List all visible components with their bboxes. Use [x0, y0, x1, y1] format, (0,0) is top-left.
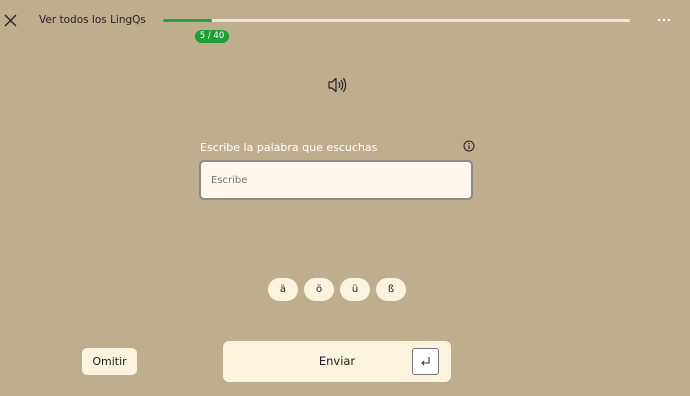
answer-input[interactable]: [199, 160, 473, 200]
close-icon: [4, 14, 17, 27]
info-icon: [463, 140, 475, 152]
enter-icon: [421, 357, 430, 366]
skip-button[interactable]: Omitir: [82, 348, 137, 375]
char-key-4[interactable]: ß: [376, 278, 406, 301]
progress-bar-fill: [163, 19, 213, 22]
close-button[interactable]: [2, 12, 20, 30]
char-key-1[interactable]: ä: [268, 278, 298, 301]
char-key-2[interactable]: ö: [304, 278, 334, 301]
info-button[interactable]: [463, 137, 475, 152]
enter-key-hint: [412, 348, 439, 375]
more-options-button[interactable]: [656, 12, 672, 28]
char-key-3[interactable]: ü: [340, 278, 370, 301]
submit-button[interactable]: Enviar: [223, 341, 451, 382]
progress-bar: [163, 19, 630, 22]
more-icon: [657, 18, 671, 22]
prompt-label: Escribe la palabra que escuchas: [200, 141, 378, 154]
speaker-icon: [328, 77, 347, 93]
play-audio-button[interactable]: [326, 75, 348, 95]
progress-badge: 5 / 40: [195, 30, 229, 43]
back-to-lingqs-link[interactable]: Ver todos los LingQs: [39, 14, 146, 26]
